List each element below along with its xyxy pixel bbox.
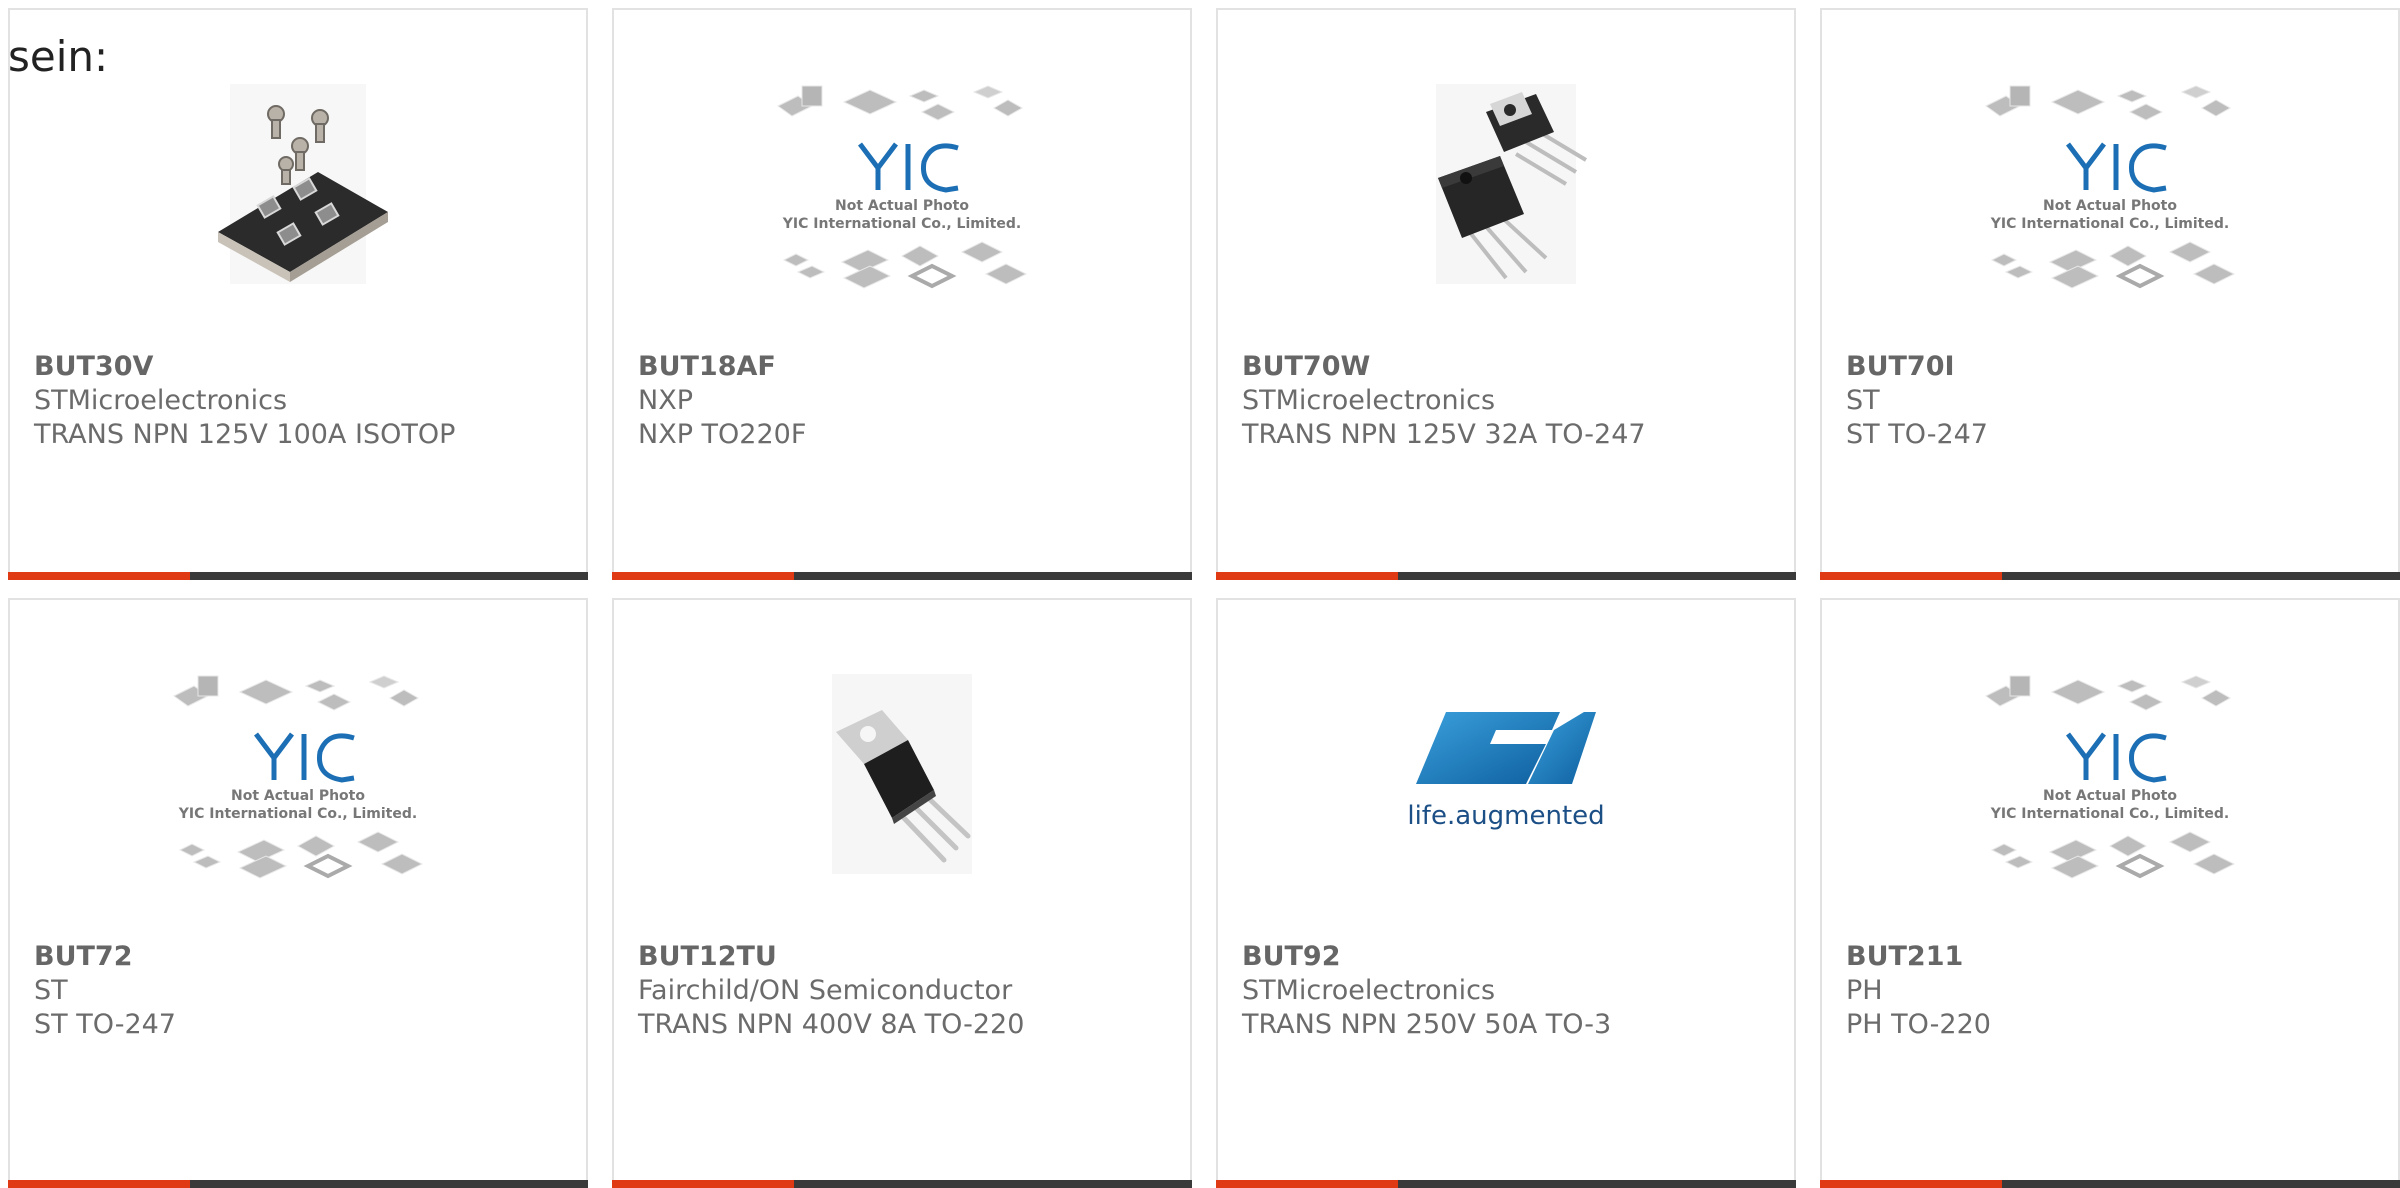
placeholder-photo: Not Actual Photo YIC International Co., … (1985, 85, 2236, 289)
placeholder-photo: Not Actual Photo YIC International Co., … (1985, 675, 2236, 879)
manufacturer: STMicroelectronics (1242, 385, 1496, 416)
description: TRANS NPN 125V 100A ISOTOP (34, 419, 456, 450)
card-bottom-bar (1820, 1180, 2400, 1188)
product-card[interactable]: BUT12TU Fairchild/ON Semiconductor TRANS… (612, 598, 1192, 1188)
part-number[interactable]: BUT70W (1242, 350, 1782, 384)
manufacturer: STMicroelectronics (1242, 975, 1496, 1006)
product-image[interactable] (614, 672, 1190, 882)
manufacturer: NXP (638, 385, 693, 416)
card-bottom-bar (1216, 1180, 1796, 1188)
placeholder-line1: Not Actual Photo (2043, 788, 2177, 804)
card-accent (612, 1180, 794, 1188)
product-grid: BUT30V STMicroelectronics TRANS NPN 125V… (0, 0, 2400, 1188)
placeholder-line2: YIC International Co., Limited. (1990, 806, 2229, 822)
card-bottom-bar (1216, 572, 1796, 580)
to220-transistor-photo (832, 674, 972, 874)
description: TRANS NPN 400V 8A TO-220 (638, 1009, 1025, 1040)
isotop-module-photo (218, 84, 388, 284)
description: PH TO-220 (1846, 1009, 1991, 1040)
product-image[interactable]: Not Actual Photo YIC International Co., … (1822, 82, 2398, 292)
placeholder-photo: Not Actual Photo YIC International Co., … (173, 675, 424, 879)
part-number[interactable]: BUT92 (1242, 940, 1782, 974)
product-image[interactable] (10, 82, 586, 292)
part-number[interactable]: BUT70I (1846, 350, 2386, 384)
product-image[interactable]: life.augmented (1218, 672, 1794, 882)
part-number[interactable]: BUT18AF (638, 350, 1178, 384)
card-accent (612, 572, 794, 580)
product-image[interactable]: Not Actual Photo YIC International Co., … (1822, 672, 2398, 882)
placeholder-line1: Not Actual Photo (835, 198, 969, 214)
card-bottom-bar (612, 572, 1192, 580)
placeholder-photo: Not Actual Photo YIC International Co., … (777, 85, 1028, 289)
card-accent (8, 1180, 190, 1188)
product-image[interactable] (1218, 82, 1794, 292)
manufacturer: ST (34, 975, 68, 1006)
product-card[interactable]: Not Actual Photo YIC International Co., … (1820, 598, 2400, 1188)
card-bottom-bar (8, 1180, 588, 1188)
product-card[interactable]: life.augmented BUT92 STMicroelectronics … (1216, 598, 1796, 1188)
st-logo: life.augmented (1407, 712, 1605, 831)
product-card[interactable]: Not Actual Photo YIC International Co., … (1820, 8, 2400, 580)
part-number[interactable]: BUT30V (34, 350, 574, 384)
part-number[interactable]: BUT12TU (638, 940, 1178, 974)
placeholder-line1: Not Actual Photo (231, 788, 365, 804)
part-number[interactable]: BUT72 (34, 940, 574, 974)
card-bottom-bar (612, 1180, 1192, 1188)
part-number[interactable]: BUT211 (1846, 940, 2386, 974)
product-card[interactable]: Not Actual Photo YIC International Co., … (8, 598, 588, 1188)
description: ST TO-247 (34, 1009, 176, 1040)
placeholder-line2: YIC International Co., Limited. (782, 216, 1021, 232)
card-accent (8, 572, 190, 580)
st-tagline: life.augmented (1407, 801, 1604, 831)
card-bottom-bar (8, 572, 588, 580)
placeholder-line1: Not Actual Photo (2043, 198, 2177, 214)
card-bottom-bar (1820, 572, 2400, 580)
description: TRANS NPN 125V 32A TO-247 (1242, 419, 1646, 450)
product-card[interactable]: BUT30V STMicroelectronics TRANS NPN 125V… (8, 8, 588, 580)
card-accent (1820, 572, 2002, 580)
card-accent (1216, 572, 1398, 580)
manufacturer: PH (1846, 975, 1883, 1006)
description: NXP TO220F (638, 419, 807, 450)
manufacturer: ST (1846, 385, 1880, 416)
product-card[interactable]: BUT70W STMicroelectronics TRANS NPN 125V… (1216, 8, 1796, 580)
manufacturer: Fairchild/ON Semiconductor (638, 975, 1013, 1006)
product-image[interactable]: Not Actual Photo YIC International Co., … (10, 672, 586, 882)
placeholder-line2: YIC International Co., Limited. (178, 806, 417, 822)
product-image[interactable]: Not Actual Photo YIC International Co., … (614, 82, 1190, 292)
description: ST TO-247 (1846, 419, 1988, 450)
leading-text: sein: (8, 32, 109, 81)
placeholder-line2: YIC International Co., Limited. (1990, 216, 2229, 232)
description: TRANS NPN 250V 50A TO-3 (1242, 1009, 1612, 1040)
product-card[interactable]: Not Actual Photo YIC International Co., … (612, 8, 1192, 580)
manufacturer: STMicroelectronics (34, 385, 288, 416)
card-accent (1820, 1180, 2002, 1188)
card-accent (1216, 1180, 1398, 1188)
to247-transistors-photo (1436, 84, 1588, 284)
